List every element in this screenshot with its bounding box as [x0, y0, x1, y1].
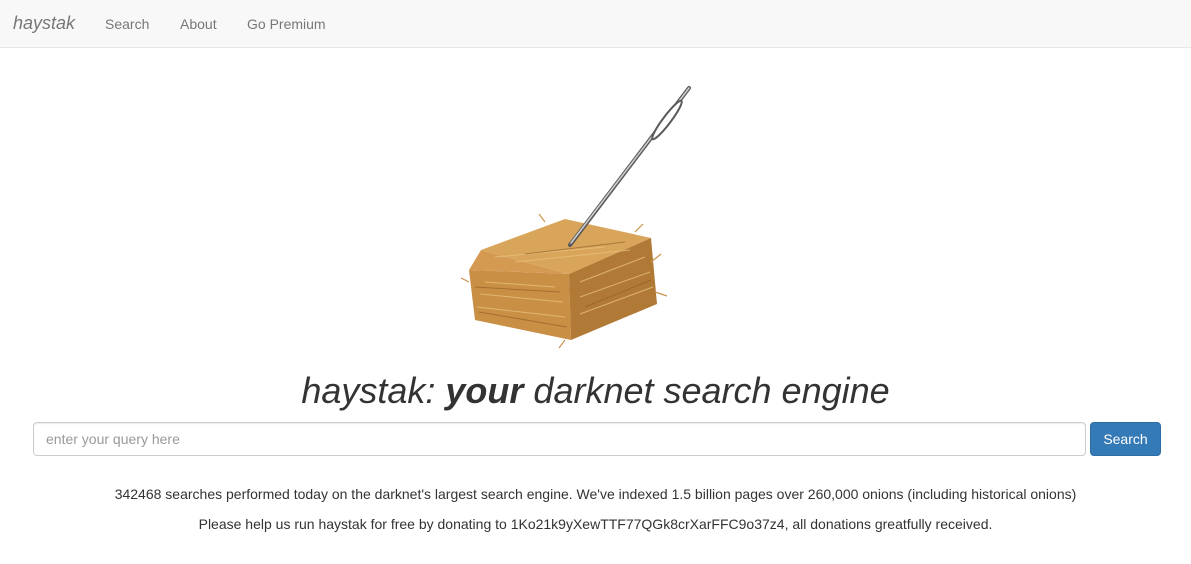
- brand-link[interactable]: haystak: [13, 12, 75, 34]
- search-stats-text: 342468 searches performed today on the d…: [114, 486, 1077, 502]
- headline-emphasis: your: [445, 370, 524, 411]
- search-input[interactable]: [33, 422, 1086, 456]
- haystack-with-needle-icon: [455, 82, 705, 352]
- donation-text: Please help us run haystak for free by d…: [198, 516, 993, 532]
- nav-go-premium-link[interactable]: Go Premium: [247, 15, 326, 33]
- headline-prefix: haystak:: [301, 370, 446, 411]
- hay-bale-icon: [460, 213, 668, 349]
- needle-icon: [568, 86, 691, 247]
- search-button[interactable]: Search: [1090, 422, 1161, 456]
- nav-search-link[interactable]: Search: [105, 15, 149, 33]
- nav-about-link[interactable]: About: [180, 15, 217, 33]
- headline-suffix: darknet search engine: [523, 370, 890, 411]
- top-navbar: haystak Search About Go Premium: [0, 0, 1191, 48]
- page-headline: haystak: your darknet search engine: [0, 368, 1191, 414]
